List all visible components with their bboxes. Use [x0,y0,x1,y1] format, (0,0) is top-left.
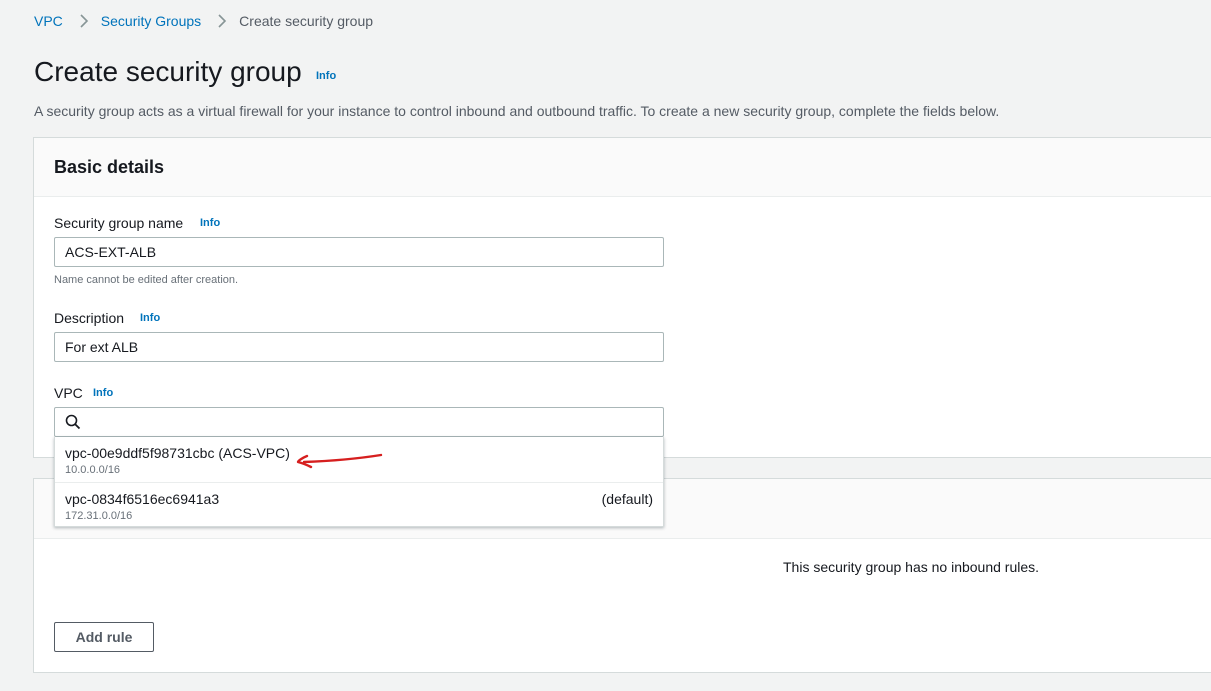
inbound-rules-empty-message: This security group has no inbound rules… [783,559,1040,575]
page-title: Create security group [34,56,302,87]
security-group-name-input[interactable] [54,237,664,267]
description-input[interactable] [54,332,664,362]
add-rule-button[interactable]: Add rule [54,622,154,652]
vpc-option-default-tag: (default) [601,491,653,507]
vpc-search-input[interactable] [87,408,663,436]
chevron-right-icon [77,14,91,28]
security-group-name-hint: Name cannot be edited after creation. [54,274,239,286]
vpc-option[interactable]: vpc-0834f6516ec6941a3 172.31.0.0/16 (def… [55,482,663,527]
basic-details-panel: Basic details Security group name Info N… [33,137,1211,458]
breadcrumb-security-groups-link[interactable]: Security Groups [101,13,201,29]
vpc-option-cidr: 172.31.0.0/16 [65,510,133,522]
search-icon [65,414,81,430]
basic-details-title: Basic details [54,157,165,177]
description-info-link[interactable]: Info [140,312,160,324]
breadcrumb-vpc-link[interactable]: VPC [34,13,63,29]
basic-details-header: Basic details [34,138,1211,197]
page-description: A security group acts as a virtual firew… [34,103,1000,119]
chevron-right-icon [215,14,229,28]
title-info-link[interactable]: Info [316,70,336,82]
vpc-option-id: vpc-0834f6516ec6941a3 [65,491,220,507]
vpc-search-box[interactable] [54,407,664,437]
vpc-label: VPC [54,385,83,401]
security-group-name-label: Security group name [54,215,184,231]
breadcrumb-current: Create security group [239,13,374,29]
security-group-name-info-link[interactable]: Info [200,217,220,229]
red-arrow-annotation [296,453,383,469]
description-label: Description [54,310,125,326]
breadcrumb: VPC Security Groups Create security grou… [34,13,373,29]
vpc-info-link[interactable]: Info [93,387,113,399]
